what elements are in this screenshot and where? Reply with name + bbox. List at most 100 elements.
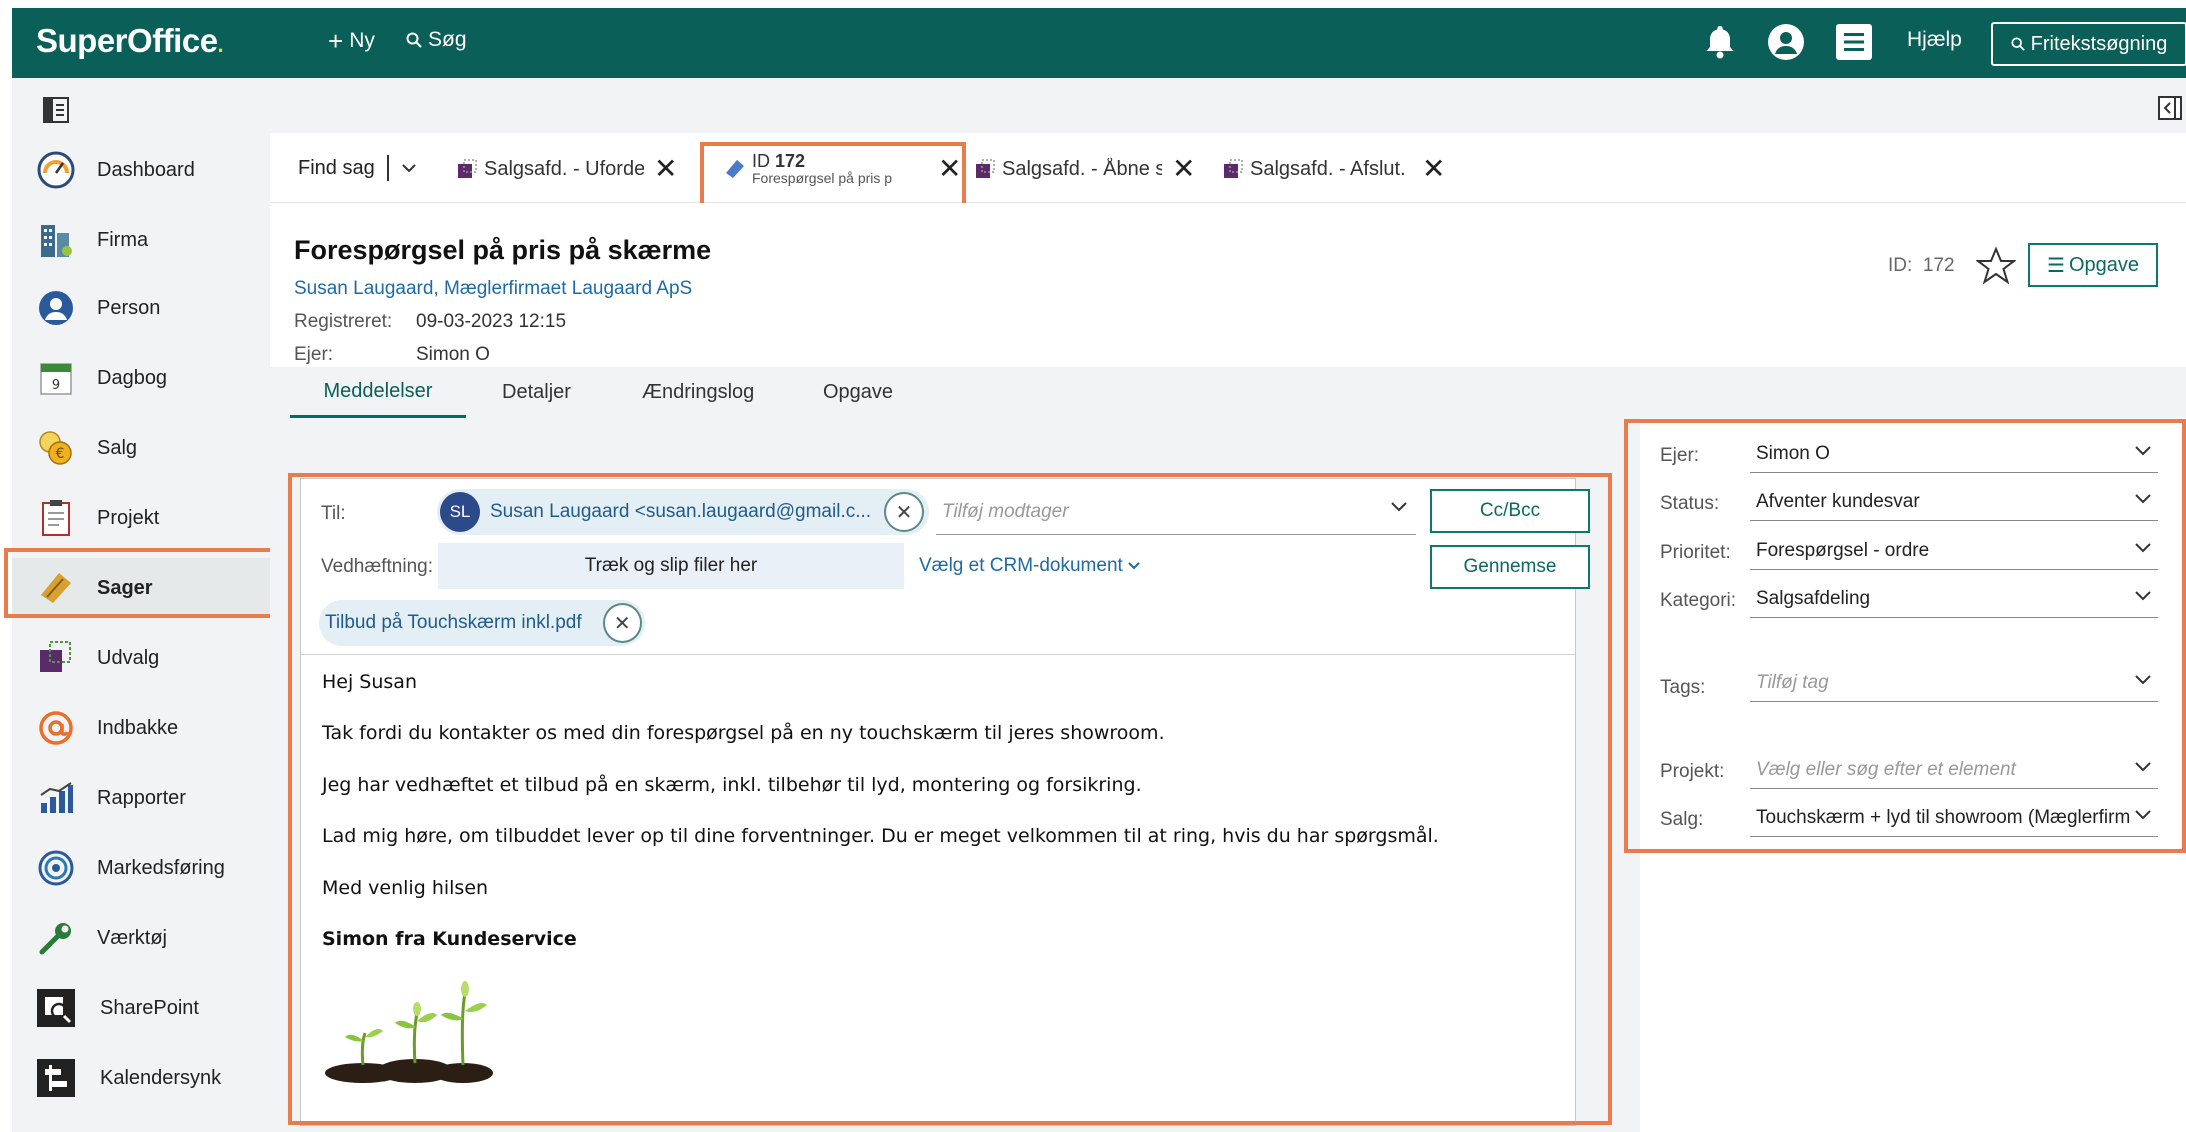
message-composer: Til: SL Susan Laugaard <susan.laugaard@g… bbox=[300, 478, 1590, 1126]
remove-recipient-icon[interactable]: ✕ bbox=[884, 492, 924, 532]
close-icon[interactable]: ✕ bbox=[1422, 155, 1445, 183]
chevron-down-icon bbox=[2135, 543, 2151, 553]
calendar-sync-icon bbox=[36, 1058, 76, 1098]
collapse-panel-icon[interactable] bbox=[2158, 96, 2182, 120]
project-select[interactable]: Vælg eller søg efter et element bbox=[1750, 751, 2158, 789]
priority-select[interactable]: Forespørgsel - ordre bbox=[1750, 532, 2158, 570]
tags-input[interactable]: Tilføj tag bbox=[1750, 664, 2158, 702]
chevron-down-icon bbox=[2135, 762, 2151, 772]
category-select[interactable]: Salgsafdeling bbox=[1750, 580, 2158, 618]
tab-aendringslog[interactable]: Ændringslog bbox=[642, 367, 754, 418]
nav-item-kalendersynk[interactable]: Kalendersynk bbox=[12, 1048, 272, 1108]
sharepoint-icon bbox=[36, 988, 76, 1028]
nav-item-firma[interactable]: Firma bbox=[12, 210, 272, 270]
user-icon bbox=[1768, 24, 1804, 60]
nav-item-sager[interactable]: Sager bbox=[12, 558, 272, 618]
search-icon bbox=[406, 32, 422, 48]
chevron-down-icon bbox=[402, 164, 416, 173]
sale-select[interactable]: Touchskærm + lyd til showroom (Mæglerfir… bbox=[1750, 799, 2158, 837]
owner-select[interactable]: Simon O bbox=[1750, 435, 2158, 473]
clipboard-icon bbox=[36, 498, 76, 538]
close-icon[interactable]: ✕ bbox=[1172, 155, 1195, 183]
contact-link[interactable]: Susan Laugaard, Mæglerfirmaet Laugaard A… bbox=[294, 278, 692, 300]
divider bbox=[386, 155, 389, 181]
dashboard-gauge-icon bbox=[36, 150, 76, 190]
case-header: Forespørgsel på pris på skærme Susan Lau… bbox=[270, 203, 2186, 367]
registered-row: Registreret: 09-03-2023 12:15 bbox=[294, 311, 567, 332]
nav-item-vaerktoej[interactable]: Værktøj bbox=[12, 908, 272, 968]
help-link[interactable]: Hjælp bbox=[1907, 28, 1962, 52]
remove-attachment-icon[interactable]: ✕ bbox=[602, 603, 642, 643]
message-body-editor[interactable]: Hej Susan Tak fordi du kontakter os med … bbox=[301, 654, 1575, 1125]
nav-item-projekt[interactable]: Projekt bbox=[12, 488, 272, 548]
bell-icon bbox=[1706, 26, 1734, 59]
status-select[interactable]: Afventer kundesvar bbox=[1750, 483, 2158, 521]
selection-icon bbox=[976, 159, 995, 178]
user-profile-button[interactable] bbox=[1766, 22, 1806, 62]
nav-item-person[interactable]: Person bbox=[12, 278, 272, 338]
tab-salgsafd-ufordelt[interactable]: Salgsafd. - Uforde ✕ bbox=[456, 149, 677, 189]
selection-icon bbox=[458, 159, 477, 178]
tab-salgsafd-afsluttet[interactable]: Salgsafd. - Afslut. ✕ bbox=[1222, 149, 1445, 189]
coins-icon: € bbox=[36, 428, 76, 468]
recipient-chip[interactable]: SL Susan Laugaard <susan.laugaard@gmail.… bbox=[437, 489, 929, 535]
search-icon bbox=[2011, 37, 2025, 51]
close-icon[interactable]: ✕ bbox=[654, 155, 677, 183]
owner-row: Ejer: Simon O bbox=[294, 344, 490, 365]
search-button[interactable]: Søg bbox=[406, 28, 467, 52]
free-text-search-button[interactable]: Fritekstsøgning bbox=[1991, 22, 2186, 66]
tab-meddelelser[interactable]: Meddelelser bbox=[290, 367, 466, 418]
nav-item-salg[interactable]: € Salg bbox=[12, 418, 272, 478]
nav-item-markedsfoering[interactable]: Markedsføring bbox=[12, 838, 272, 898]
svg-text:9: 9 bbox=[52, 378, 60, 393]
add-recipient-input[interactable]: Tilføj modtager bbox=[936, 489, 1416, 535]
tab-case-172[interactable]: ID 172 Forespørgsel på pris p ✕ bbox=[724, 141, 961, 197]
chevron-down-icon bbox=[2135, 675, 2151, 685]
chevron-down-icon[interactable] bbox=[1390, 501, 1408, 513]
nav-item-rapporter[interactable]: Rapporter bbox=[12, 768, 272, 828]
cc-bcc-button[interactable]: Cc/Bcc bbox=[1430, 489, 1590, 533]
attachment-chip[interactable]: Tilbud på Touchskærm inkl.pdf ✕ bbox=[319, 600, 645, 646]
chevron-down-icon bbox=[1128, 562, 1140, 570]
star-icon[interactable] bbox=[1976, 246, 2016, 286]
selection-icon bbox=[1224, 159, 1243, 178]
tab-salgsafd-aabne[interactable]: Salgsafd. - Åbne s ✕ bbox=[974, 149, 1195, 189]
bar-chart-icon bbox=[36, 778, 76, 818]
app-window: SuperOffice. + Ny Søg Hjælp Fritekstsøgn… bbox=[4, 8, 2186, 1132]
plus-icon: + bbox=[328, 26, 344, 56]
screenshot-canvas: SuperOffice. + Ny Søg Hjælp Fritekstsøgn… bbox=[0, 0, 2186, 1132]
case-tabs-bar: Find sag Salgsafd. - Uforde ✕ ID 172 For… bbox=[270, 133, 2186, 208]
logo: SuperOffice. bbox=[36, 22, 224, 59]
menu-icon bbox=[1836, 24, 1872, 60]
tab-detaljer[interactable]: Detaljer bbox=[502, 367, 571, 418]
plants-signature-image bbox=[325, 981, 493, 1083]
main-menu-button[interactable] bbox=[1834, 22, 1874, 62]
content-area: Til: SL Susan Laugaard <susan.laugaard@g… bbox=[270, 418, 2186, 1132]
nav-item-indbakke[interactable]: Indbakke bbox=[12, 698, 272, 758]
case-properties-panel: Ejer: Simon O Status: Afventer kundesvar… bbox=[1640, 418, 2186, 1132]
task-button[interactable]: ☰ Opgave bbox=[2028, 243, 2158, 287]
building-icon bbox=[36, 220, 76, 260]
selection-icon bbox=[36, 638, 76, 678]
new-button[interactable]: + Ny bbox=[328, 28, 375, 54]
nav-item-dashboard[interactable]: Dashboard bbox=[12, 140, 272, 200]
find-case-dropdown[interactable]: Find sag bbox=[298, 155, 417, 181]
sidebar-toggle-icon[interactable] bbox=[42, 96, 70, 124]
person-icon bbox=[36, 288, 76, 328]
tab-opgave[interactable]: Opgave bbox=[823, 367, 893, 418]
chevron-down-icon bbox=[2134, 809, 2152, 821]
browse-button[interactable]: Gennemse bbox=[1430, 545, 1590, 589]
list-icon: ☰ bbox=[2047, 254, 2065, 277]
page-title: Forespørgsel på pris på skærme bbox=[294, 235, 712, 265]
notifications-button[interactable] bbox=[1700, 22, 1740, 62]
nav-item-udvalg[interactable]: Udvalg bbox=[12, 628, 272, 688]
svg-text:€: € bbox=[56, 446, 65, 462]
nav-item-dagbog[interactable]: 9 Dagbog bbox=[12, 348, 272, 408]
file-drop-zone[interactable]: Træk og slip filer her bbox=[438, 543, 904, 589]
nav-item-sharepoint[interactable]: SharePoint bbox=[12, 978, 272, 1038]
crm-document-dropdown[interactable]: Vælg et CRM-dokument bbox=[919, 555, 1141, 577]
close-icon[interactable]: ✕ bbox=[938, 155, 961, 183]
case-subtabs: Meddelelser Detaljer Ændringslog Opgave bbox=[270, 367, 2186, 418]
top-bar: SuperOffice. + Ny Søg Hjælp Fritekstsøgn… bbox=[12, 8, 2186, 78]
ticket-icon bbox=[36, 568, 76, 608]
